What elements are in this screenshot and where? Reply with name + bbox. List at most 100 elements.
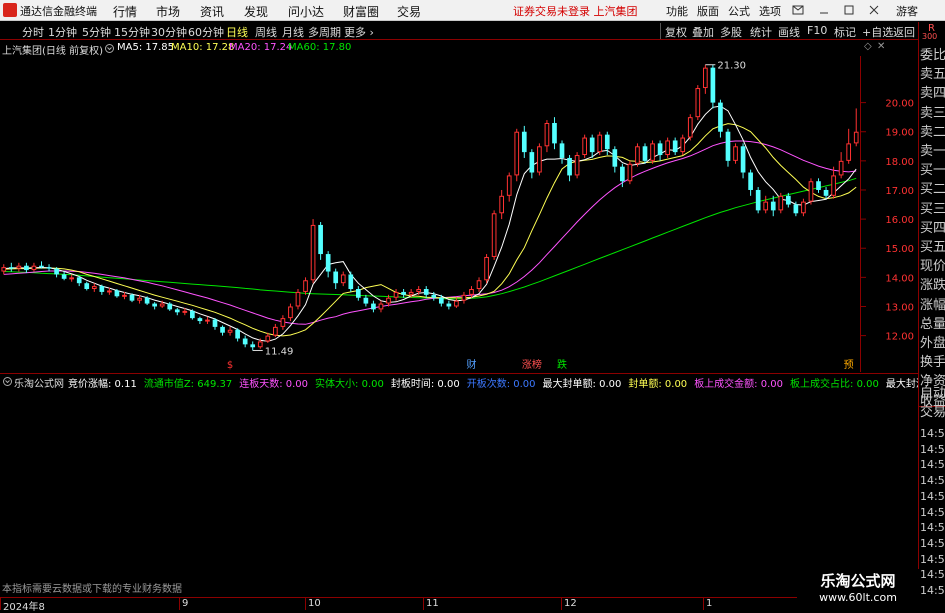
guest-user[interactable]: 游客 (896, 3, 918, 19)
candle-body (107, 290, 112, 293)
period-tab-15min[interactable]: 15分钟 (114, 24, 150, 40)
period-tab-60min[interactable]: 60分钟 (188, 24, 224, 40)
sidebar-quote-label[interactable]: 卖三 (920, 104, 945, 124)
indicator-name: 乐淘公式网 (14, 379, 64, 390)
candle-body (8, 267, 14, 269)
close-panel-icon[interactable]: ✕ (877, 41, 885, 52)
sidebar-quote-label[interactable]: 买三 (920, 200, 945, 220)
candle-body (378, 303, 384, 310)
sidebar-quote-label[interactable]: 总量 (920, 315, 945, 335)
candle-body (333, 271, 339, 284)
period-tab-1min[interactable]: 1分钟 (48, 24, 77, 40)
low-price-label: 11.49 (265, 346, 294, 357)
sidebar-tab-auto[interactable]: 自动 (920, 384, 945, 404)
candle-body (476, 280, 482, 290)
menu-options[interactable]: 选项 (759, 3, 781, 19)
sidebar-quote-label[interactable]: 涨幅 (920, 296, 945, 316)
ma20-value: MA20: 17.24 (229, 42, 293, 53)
candle-body (159, 303, 165, 307)
sidebar-quote-label[interactable]: 买四 (920, 219, 945, 239)
period-tab-30min[interactable]: 30分钟 (151, 24, 187, 40)
sidebar-quote-label[interactable]: 外盘 (920, 334, 945, 354)
candle-body (484, 256, 489, 281)
toolbar-add-watchlist-button[interactable]: +自选 (862, 24, 893, 40)
candle-body (54, 268, 59, 275)
sidebar-quote-label[interactable]: 换手 (920, 353, 945, 373)
sidebar-quote-label[interactable]: 卖一 (920, 142, 945, 162)
candle-body (657, 143, 663, 156)
date-axis: 2024年8 9 10 11 12 1 (0, 597, 918, 613)
toolbar-draw-button[interactable]: 画线 (778, 24, 800, 40)
sidebar-quote-label[interactable]: 涨跌 (920, 276, 945, 296)
date-label: 2024年8 (3, 602, 45, 613)
y-tick-label: 12.00 (885, 332, 914, 343)
candle-body (227, 329, 233, 333)
menu-wealth-circle[interactable]: 财富圈 (343, 3, 379, 20)
sidebar-quote-label[interactable]: 卖四 (920, 84, 945, 104)
candle-body (823, 189, 829, 196)
close-icon[interactable] (868, 4, 880, 16)
indicator-value: 最大封单额: 0.00 (542, 379, 622, 390)
period-tab-daily[interactable]: 日线 (226, 24, 248, 40)
period-tab-intraday[interactable]: 分时 (22, 24, 44, 40)
candle-body (288, 306, 293, 319)
menu-functions[interactable]: 功能 (666, 3, 688, 19)
candle-body (612, 149, 618, 167)
period-tab-more[interactable]: 更多 › (344, 24, 374, 40)
candle-body (469, 289, 474, 295)
period-tab-weekly[interactable]: 周线 (255, 24, 277, 40)
menu-formula[interactable]: 公式 (728, 3, 750, 19)
sidebar-tab-trade[interactable]: 交易 (920, 403, 945, 423)
menu-news[interactable]: 资讯 (200, 3, 224, 20)
toolbar-overlay-button[interactable]: 叠加 (692, 24, 714, 40)
email-icon[interactable] (792, 4, 804, 16)
menu-trade[interactable]: 交易 (397, 3, 421, 20)
candle-body (710, 67, 716, 103)
sidebar-quote-label[interactable]: 现价 (920, 257, 945, 277)
chevron-down-icon[interactable] (105, 44, 114, 53)
menu-market[interactable]: 市场 (156, 3, 180, 20)
candle-body (46, 267, 52, 269)
candle-body (438, 297, 444, 304)
period-tab-monthly[interactable]: 月线 (282, 24, 304, 40)
kline-chart[interactable]: 20.00 19.00 18.00 17.00 16.00 15.00 14.00 13.00… (0, 56, 918, 372)
trade-login-notice[interactable]: 证券交易未登录 上汽集团 (513, 3, 638, 19)
sidebar-quote-label[interactable]: 委比 (920, 46, 945, 66)
indicator-value: 竞价涨幅: 0.11 (68, 379, 137, 390)
toolbar-mark-button[interactable]: 标记 (834, 24, 856, 40)
sidebar-quote-label[interactable]: 卖五 (920, 65, 945, 85)
candle-body (401, 291, 406, 295)
candle-body (431, 294, 437, 298)
candle-body (778, 195, 784, 211)
sidebar-quote-label[interactable]: 买五 (920, 238, 945, 258)
toolbar-multi-stock-button[interactable]: 多股 (720, 24, 742, 40)
sidebar-quote-label[interactable]: 买二 (920, 180, 945, 200)
menu-market-quotes[interactable]: 行情 (113, 3, 137, 20)
toolbar-f10-button[interactable]: F10 (807, 24, 827, 37)
toolbar-stats-button[interactable]: 统计 (750, 24, 772, 40)
ma60-value: MA60: 17.80 (288, 42, 352, 53)
period-tab-5min[interactable]: 5分钟 (82, 24, 111, 40)
toolbar-back-button[interactable]: 返回 (893, 24, 915, 40)
candle-body (680, 137, 686, 153)
chevron-down-icon[interactable] (3, 377, 12, 386)
trade-time: 14:56 (920, 552, 945, 566)
menu-layout[interactable]: 版面 (697, 3, 719, 19)
toolbar-adjust-button[interactable]: 复权 (665, 24, 687, 40)
candle-body (725, 131, 731, 161)
app-logo-icon (3, 3, 17, 17)
candle-body (650, 143, 655, 161)
period-tab-multi[interactable]: 多周期 (308, 24, 341, 40)
minimize-icon[interactable] (818, 4, 830, 16)
diamond-icon[interactable]: ◇ (864, 41, 872, 52)
sidebar-quote-label[interactable]: 买一 (920, 161, 945, 181)
sidebar-quote-label[interactable]: 卖二 (920, 123, 945, 143)
menu-discover[interactable]: 发现 (244, 3, 268, 20)
footer-note: 本指标需要云数据或下载的专业财务数据 (2, 584, 182, 595)
maximize-icon[interactable] (843, 4, 855, 16)
candle-body (174, 309, 180, 313)
candle-body (257, 341, 263, 348)
candle-body (363, 297, 369, 304)
menu-ask-assistant[interactable]: 问小达 (288, 3, 324, 20)
ma-info-bar: 上汽集团(日线 前复权) MA5: 17.85 MA10: 17.28 MA20… (0, 41, 918, 57)
